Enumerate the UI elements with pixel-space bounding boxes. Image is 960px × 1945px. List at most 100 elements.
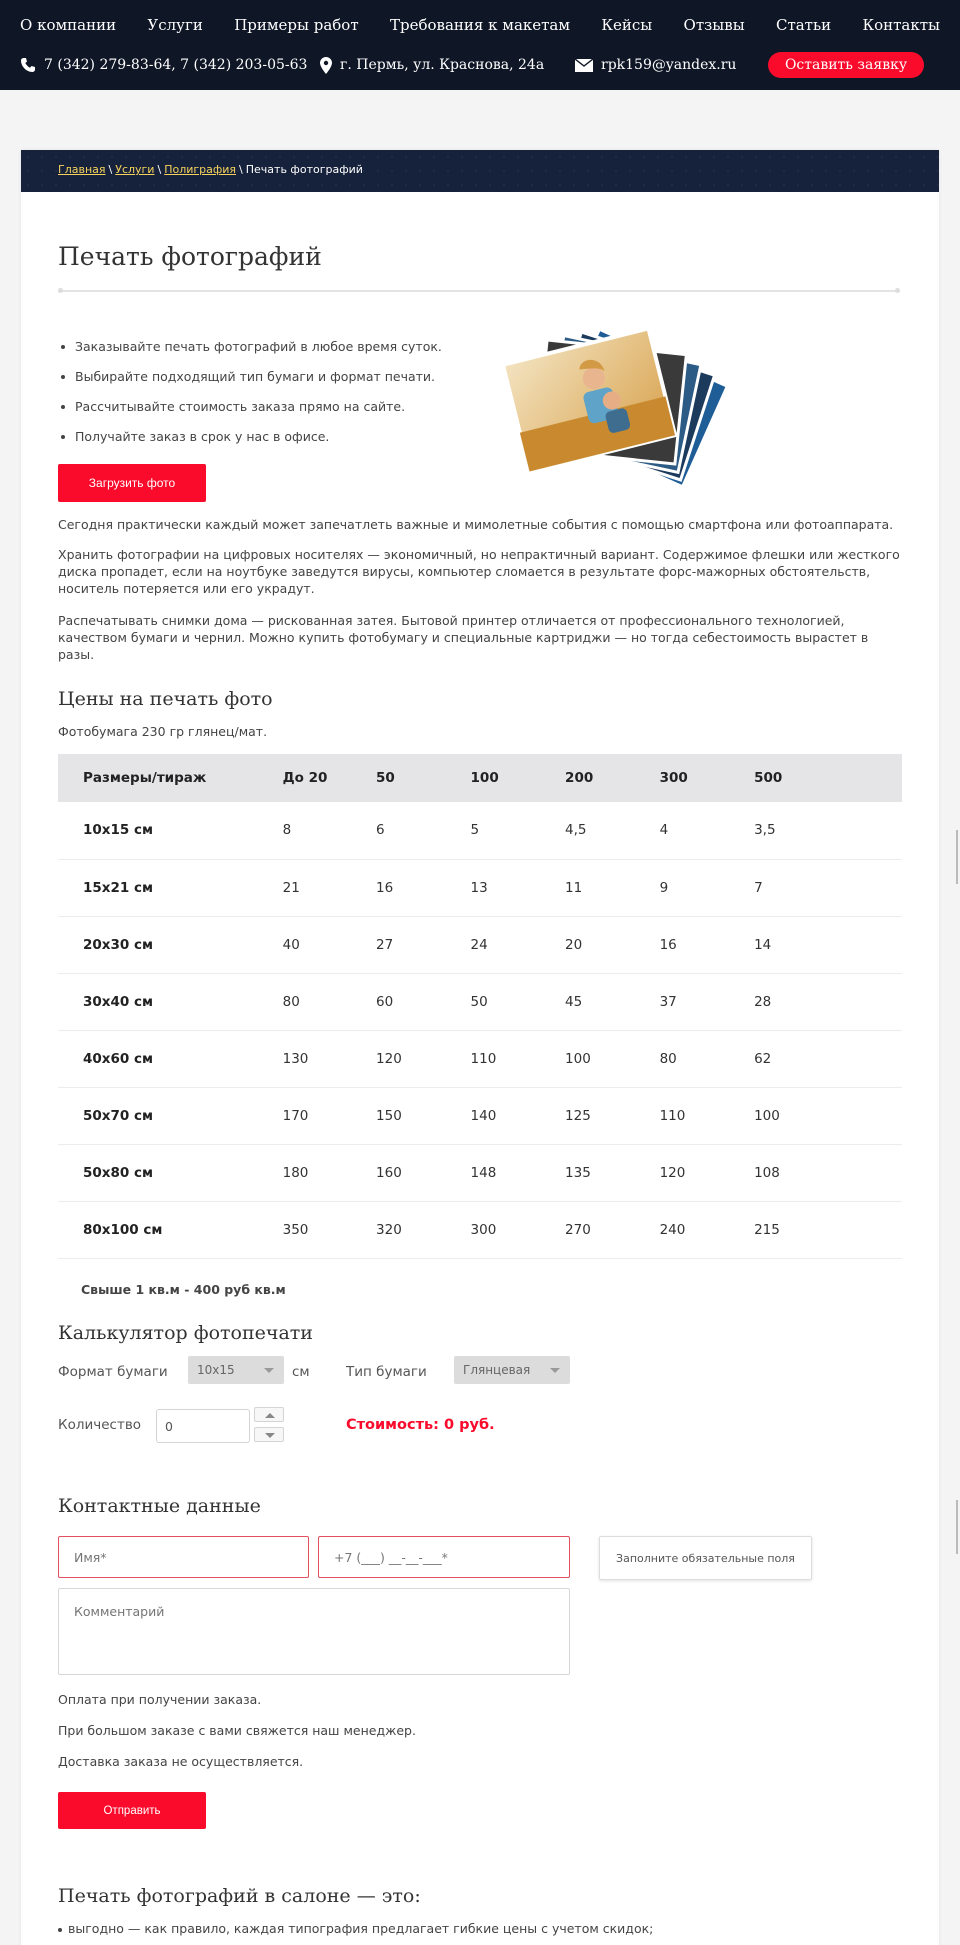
format-select[interactable]: 10x15	[188, 1356, 284, 1384]
nav-requirements[interactable]: Требования к макетам	[390, 16, 570, 38]
size-cell: 50x80 см	[58, 1144, 283, 1202]
calculator-heading: Калькулятор фотопечати	[58, 1322, 313, 1344]
column-header: 300	[659, 754, 755, 802]
chevron-down-icon	[550, 1368, 560, 1373]
phone-field[interactable]	[318, 1536, 570, 1578]
column-header: 50	[376, 754, 471, 802]
price-cell: 180	[282, 1144, 377, 1202]
size-cell: 50x70 см	[58, 1087, 283, 1145]
scroll-indicator	[956, 1500, 958, 1554]
price-cell: 148	[470, 1144, 566, 1202]
price-cell: 160	[376, 1144, 471, 1202]
nav-about[interactable]: О компании	[20, 16, 116, 38]
salon-heading: Печать фотографий в салоне — это:	[58, 1885, 421, 1907]
upload-photo-button[interactable]: Загрузить фото	[58, 464, 206, 502]
price-cell: 135	[565, 1144, 660, 1202]
price-cell: 120	[376, 1030, 471, 1088]
size-cell: 30x40 см	[58, 973, 283, 1031]
scroll-indicator	[956, 830, 958, 884]
table-row: 30x40 см 80 60 50 45 37 28	[58, 973, 902, 1031]
price-cell: 7	[754, 859, 902, 917]
price-cell: 8	[282, 802, 377, 860]
quantity-input[interactable]	[156, 1409, 250, 1443]
size-cell: 15x21 см	[58, 859, 283, 917]
size-cell: 80x100 см	[58, 1201, 283, 1259]
nav-articles[interactable]: Статьи	[776, 16, 831, 38]
content-card: Главная \ Услуги \ Полиграфия \ Печать фотогра…	[21, 150, 939, 1945]
price-cell: 240	[659, 1201, 755, 1259]
feature-item: Рассчитывайте стоимость заказа прямо на …	[58, 399, 458, 429]
price-cell: 120	[659, 1144, 755, 1202]
page-title: Печать фотографий	[58, 242, 322, 271]
breadcrumb: Главная \ Услуги \ Полиграфия \ Печать фотогра…	[58, 163, 363, 176]
price-cell: 110	[659, 1087, 755, 1145]
intro-paragraph: Сегодня практически каждый может запечат…	[58, 517, 894, 532]
price-cell: 9	[659, 859, 755, 917]
comment-field[interactable]	[58, 1588, 570, 1675]
address-text: г. Пермь, ул. Краснова, 24а	[340, 57, 545, 73]
size-cell: 40x60 см	[58, 1030, 283, 1088]
nav-services[interactable]: Услуги	[147, 16, 202, 38]
nav-portfolio[interactable]: Примеры работ	[234, 16, 358, 38]
table-row: 80x100 см 350 320 300 270 240 215	[58, 1201, 902, 1259]
price-cell: 270	[565, 1201, 660, 1259]
price-cell: 80	[659, 1030, 755, 1088]
price-cell: 37	[659, 973, 755, 1031]
submit-button[interactable]: Отправить	[58, 1792, 206, 1829]
nav-reviews[interactable]: Отзывы	[684, 16, 745, 38]
prices-heading: Цены на печать фото	[58, 688, 273, 710]
column-header: 500	[754, 754, 902, 802]
price-cell: 14	[754, 916, 902, 974]
price-cell: 140	[470, 1087, 566, 1145]
breadcrumb-home[interactable]: Главная	[58, 163, 106, 176]
quantity-decrease-button[interactable]	[254, 1427, 284, 1442]
price-cell: 16	[659, 916, 755, 974]
column-header: До 20	[282, 754, 377, 802]
quantity-label: Количество	[58, 1417, 142, 1433]
price-cell: 100	[565, 1030, 660, 1088]
price-cell: 27	[376, 916, 471, 974]
title-divider	[58, 288, 900, 293]
column-header: 200	[565, 754, 660, 802]
table-row: 50x80 см 180 160 148 135 120 108	[58, 1144, 902, 1202]
nav-contacts[interactable]: Контакты	[862, 16, 940, 38]
breadcrumb-bar: Главная \ Услуги \ Полиграфия \ Печать фотогра…	[21, 150, 939, 192]
email-contact[interactable]: rpk159@yandex.ru	[575, 52, 736, 78]
cost-total: Стоимость: 0 руб.	[346, 1417, 495, 1433]
breadcrumb-polygraphy[interactable]: Полиграфия	[164, 163, 236, 176]
intro-paragraph: Хранить фотографии на цифровых носителях…	[58, 547, 900, 596]
phone-numbers: 7 (342) 279-83-64, 7 (342) 203-05-63	[44, 57, 308, 73]
required-fields-notice: Заполните обязательные поля	[599, 1536, 812, 1580]
column-header: Размеры/тираж	[58, 754, 283, 802]
feature-item: Получайте заказ в срок у нас в офисе.	[58, 429, 458, 459]
arrow-up-icon	[265, 1413, 275, 1418]
request-button[interactable]: Оставить заявку	[768, 52, 924, 78]
email-text: rpk159@yandex.ru	[601, 57, 737, 73]
quantity-increase-button[interactable]	[254, 1407, 284, 1422]
price-cell: 350	[282, 1201, 377, 1259]
price-cell: 170	[282, 1087, 377, 1145]
paper-type-label: Тип бумаги	[346, 1364, 427, 1380]
phone-contact[interactable]: 7 (342) 279-83-64, 7 (342) 203-05-63	[20, 52, 307, 78]
large-format-note: Свыше 1 кв.м - 400 руб кв.м	[81, 1282, 286, 1297]
format-select-value: 10x15	[197, 1363, 235, 1377]
price-table: Размеры/тираж До 20 50 100 200 300 500 1…	[58, 754, 902, 1259]
price-cell: 16	[376, 859, 471, 917]
price-cell: 80	[282, 973, 377, 1031]
price-cell: 100	[754, 1087, 902, 1145]
price-cell: 125	[565, 1087, 660, 1145]
name-field[interactable]	[58, 1536, 309, 1578]
price-cell: 3,5	[754, 802, 902, 860]
price-cell: 108	[754, 1144, 902, 1202]
breadcrumb-services[interactable]: Услуги	[115, 163, 154, 176]
price-cell: 21	[282, 859, 377, 917]
order-info-text: При большом заказе с вами свяжется наш м…	[58, 1723, 416, 1738]
nav-cases[interactable]: Кейсы	[601, 16, 652, 38]
price-cell: 45	[565, 973, 660, 1031]
price-cell: 130	[282, 1030, 377, 1088]
feature-item: Выбирайте подходящий тип бумаги и формат…	[58, 369, 458, 399]
unit-label: см	[292, 1364, 310, 1380]
size-cell: 20x30 см	[58, 916, 283, 974]
contacts-heading: Контактные данные	[58, 1495, 261, 1517]
paper-type-select[interactable]: Глянцевая	[454, 1356, 570, 1384]
